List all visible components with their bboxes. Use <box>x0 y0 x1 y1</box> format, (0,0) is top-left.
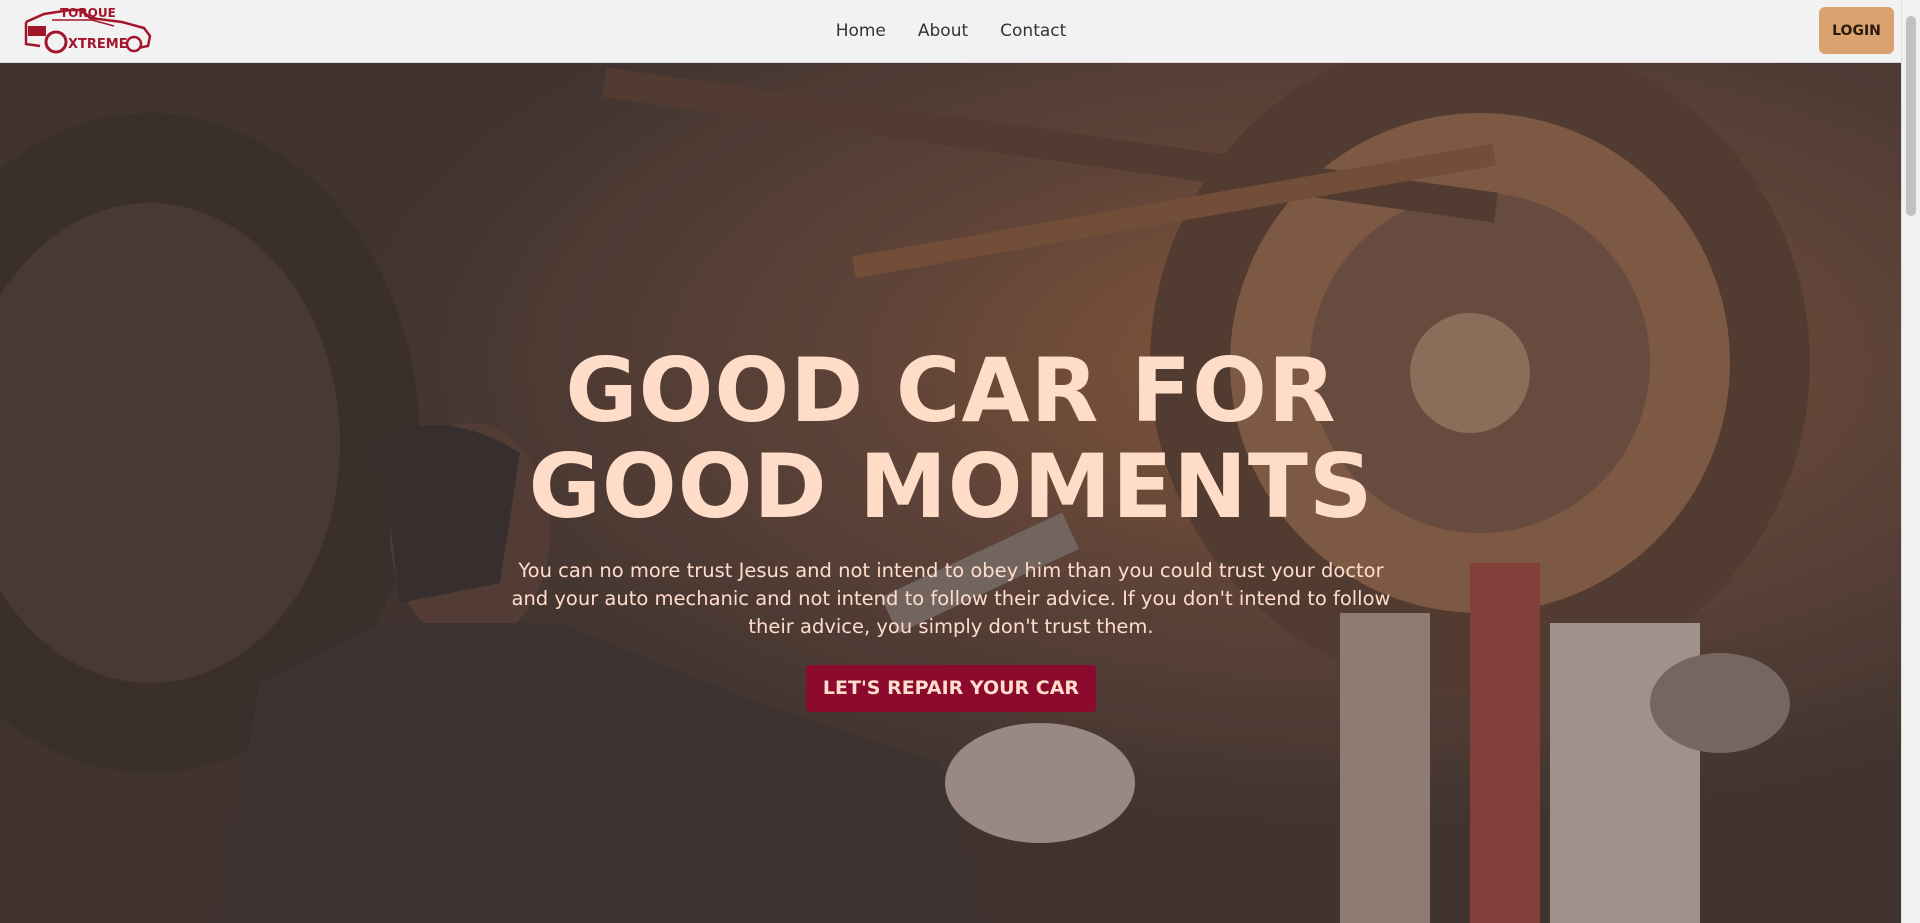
nav-home-link[interactable]: Home <box>836 21 886 41</box>
hero-section: GOOD CAR FOR GOOD MOMENTS You can no mor… <box>0 63 1902 923</box>
main-nav: Home About Contact <box>0 0 1902 62</box>
hero-description: You can no more trust Jesus and not inte… <box>511 559 1391 638</box>
nav-about-link[interactable]: About <box>918 21 968 41</box>
hero-title: GOOD CAR FOR GOOD MOMENTS <box>0 343 1902 535</box>
hero-title-line-1: GOOD CAR FOR <box>565 339 1337 442</box>
hero-content: GOOD CAR FOR GOOD MOMENTS You can no mor… <box>0 343 1902 712</box>
login-button[interactable]: LOGIN <box>1819 7 1894 54</box>
nav-contact-link[interactable]: Contact <box>1000 21 1066 41</box>
scrollbar-thumb[interactable] <box>1906 16 1916 216</box>
navbar: TORQUE XTREME Home About Contact LOGIN <box>0 0 1902 63</box>
page-scrollbar[interactable] <box>1901 0 1920 923</box>
repair-car-button[interactable]: LET'S REPAIR YOUR CAR <box>805 665 1097 712</box>
hero-title-line-2: GOOD MOMENTS <box>528 435 1374 538</box>
